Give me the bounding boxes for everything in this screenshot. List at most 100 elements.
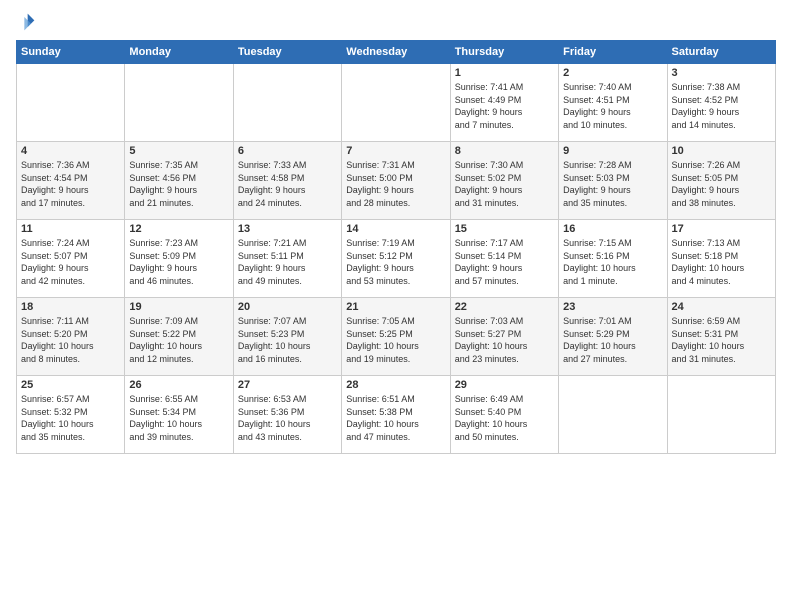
weekday-header: Wednesday <box>342 41 450 64</box>
day-info: Sunrise: 7:21 AM Sunset: 5:11 PM Dayligh… <box>238 237 337 287</box>
calendar-cell: 17 Sunrise: 7:13 AM Sunset: 5:18 PM Dayli… <box>667 220 775 298</box>
calendar-cell: 1 Sunrise: 7:41 AM Sunset: 4:49 PM Daylig… <box>450 64 558 142</box>
day-number: 16 <box>563 223 662 235</box>
day-info: Sunrise: 7:38 AM Sunset: 4:52 PM Dayligh… <box>672 81 771 131</box>
calendar-cell: 14 Sunrise: 7:19 AM Sunset: 5:12 PM Dayli… <box>342 220 450 298</box>
calendar-cell: 23 Sunrise: 7:01 AM Sunset: 5:29 PM Dayli… <box>559 298 667 376</box>
calendar-cell: 9 Sunrise: 7:28 AM Sunset: 5:03 PM Daylig… <box>559 142 667 220</box>
day-info: Sunrise: 7:28 AM Sunset: 5:03 PM Dayligh… <box>563 159 662 209</box>
day-info: Sunrise: 6:49 AM Sunset: 5:40 PM Dayligh… <box>455 393 554 443</box>
day-number: 4 <box>21 145 120 157</box>
logo <box>16 12 40 32</box>
day-number: 8 <box>455 145 554 157</box>
day-number: 23 <box>563 301 662 313</box>
day-info: Sunrise: 7:33 AM Sunset: 4:58 PM Dayligh… <box>238 159 337 209</box>
day-info: Sunrise: 7:17 AM Sunset: 5:14 PM Dayligh… <box>455 237 554 287</box>
day-info: Sunrise: 7:19 AM Sunset: 5:12 PM Dayligh… <box>346 237 445 287</box>
day-number: 9 <box>563 145 662 157</box>
calendar-cell: 26Sunrise: 6:55 AM Sunset: 5:34 PM Dayli… <box>125 376 233 454</box>
day-number: 1 <box>455 67 554 79</box>
calendar-cell: 29Sunrise: 6:49 AM Sunset: 5:40 PM Dayli… <box>450 376 558 454</box>
header-row: SundayMondayTuesdayWednesdayThursdayFrid… <box>17 41 776 64</box>
calendar-cell: 10 Sunrise: 7:26 AM Sunset: 5:05 PM Dayli… <box>667 142 775 220</box>
weekday-header: Friday <box>559 41 667 64</box>
calendar-week-row: 25Sunrise: 6:57 AM Sunset: 5:32 PM Dayli… <box>17 376 776 454</box>
weekday-header: Sunday <box>17 41 125 64</box>
calendar-table: SundayMondayTuesdayWednesdayThursdayFrid… <box>16 40 776 454</box>
weekday-header: Saturday <box>667 41 775 64</box>
calendar-week-row: 18 Sunrise: 7:11 AM Sunset: 5:20 PM Dayli… <box>17 298 776 376</box>
calendar-cell <box>17 64 125 142</box>
day-number: 12 <box>129 223 228 235</box>
day-info: Sunrise: 6:51 AM Sunset: 5:38 PM Dayligh… <box>346 393 445 443</box>
weekday-header: Monday <box>125 41 233 64</box>
calendar-cell: 3 Sunrise: 7:38 AM Sunset: 4:52 PM Daylig… <box>667 64 775 142</box>
day-number: 6 <box>238 145 337 157</box>
day-info: Sunrise: 7:41 AM Sunset: 4:49 PM Dayligh… <box>455 81 554 131</box>
calendar-cell: 7Sunrise: 7:31 AM Sunset: 5:00 PM Daylig… <box>342 142 450 220</box>
day-info: Sunrise: 7:36 AM Sunset: 4:54 PM Dayligh… <box>21 159 120 209</box>
day-number: 19 <box>129 301 228 313</box>
day-info: Sunrise: 7:15 AM Sunset: 5:16 PM Dayligh… <box>563 237 662 287</box>
day-info: Sunrise: 7:13 AM Sunset: 5:18 PM Dayligh… <box>672 237 771 287</box>
day-number: 13 <box>238 223 337 235</box>
calendar-body: 1 Sunrise: 7:41 AM Sunset: 4:49 PM Daylig… <box>17 64 776 454</box>
calendar-cell: 8 Sunrise: 7:30 AM Sunset: 5:02 PM Daylig… <box>450 142 558 220</box>
calendar-cell: 12 Sunrise: 7:23 AM Sunset: 5:09 PM Dayli… <box>125 220 233 298</box>
day-info: Sunrise: 7:11 AM Sunset: 5:20 PM Dayligh… <box>21 315 120 365</box>
calendar-page: SundayMondayTuesdayWednesdayThursdayFrid… <box>0 0 792 612</box>
header <box>16 12 776 32</box>
day-info: Sunrise: 7:40 AM Sunset: 4:51 PM Dayligh… <box>563 81 662 131</box>
day-info: Sunrise: 7:23 AM Sunset: 5:09 PM Dayligh… <box>129 237 228 287</box>
calendar-cell: 24 Sunrise: 6:59 AM Sunset: 5:31 PM Dayli… <box>667 298 775 376</box>
calendar-cell: 16 Sunrise: 7:15 AM Sunset: 5:16 PM Dayli… <box>559 220 667 298</box>
day-info: Sunrise: 6:57 AM Sunset: 5:32 PM Dayligh… <box>21 393 120 443</box>
day-info: Sunrise: 7:26 AM Sunset: 5:05 PM Dayligh… <box>672 159 771 209</box>
day-number: 24 <box>672 301 771 313</box>
calendar-header: SundayMondayTuesdayWednesdayThursdayFrid… <box>17 41 776 64</box>
calendar-cell: 27Sunrise: 6:53 AM Sunset: 5:36 PM Dayli… <box>233 376 341 454</box>
calendar-cell: 28Sunrise: 6:51 AM Sunset: 5:38 PM Dayli… <box>342 376 450 454</box>
calendar-week-row: 1 Sunrise: 7:41 AM Sunset: 4:49 PM Daylig… <box>17 64 776 142</box>
day-info: Sunrise: 7:30 AM Sunset: 5:02 PM Dayligh… <box>455 159 554 209</box>
calendar-cell: 21 Sunrise: 7:05 AM Sunset: 5:25 PM Dayli… <box>342 298 450 376</box>
day-number: 21 <box>346 301 445 313</box>
weekday-header: Tuesday <box>233 41 341 64</box>
calendar-cell: 11 Sunrise: 7:24 AM Sunset: 5:07 PM Dayli… <box>17 220 125 298</box>
day-number: 27 <box>238 379 337 391</box>
day-number: 2 <box>563 67 662 79</box>
calendar-cell: 20 Sunrise: 7:07 AM Sunset: 5:23 PM Dayli… <box>233 298 341 376</box>
day-number: 3 <box>672 67 771 79</box>
calendar-cell <box>125 64 233 142</box>
day-info: Sunrise: 6:55 AM Sunset: 5:34 PM Dayligh… <box>129 393 228 443</box>
calendar-cell: 25Sunrise: 6:57 AM Sunset: 5:32 PM Dayli… <box>17 376 125 454</box>
calendar-cell: 5 Sunrise: 7:35 AM Sunset: 4:56 PM Daylig… <box>125 142 233 220</box>
day-number: 20 <box>238 301 337 313</box>
weekday-header: Thursday <box>450 41 558 64</box>
day-info: Sunrise: 7:05 AM Sunset: 5:25 PM Dayligh… <box>346 315 445 365</box>
calendar-cell: 15 Sunrise: 7:17 AM Sunset: 5:14 PM Dayli… <box>450 220 558 298</box>
day-info: Sunrise: 7:01 AM Sunset: 5:29 PM Dayligh… <box>563 315 662 365</box>
day-number: 11 <box>21 223 120 235</box>
day-info: Sunrise: 7:09 AM Sunset: 5:22 PM Dayligh… <box>129 315 228 365</box>
day-info: Sunrise: 6:59 AM Sunset: 5:31 PM Dayligh… <box>672 315 771 365</box>
day-number: 15 <box>455 223 554 235</box>
day-number: 14 <box>346 223 445 235</box>
day-info: Sunrise: 7:35 AM Sunset: 4:56 PM Dayligh… <box>129 159 228 209</box>
day-number: 18 <box>21 301 120 313</box>
calendar-cell: 4 Sunrise: 7:36 AM Sunset: 4:54 PM Daylig… <box>17 142 125 220</box>
day-number: 17 <box>672 223 771 235</box>
calendar-cell: 6 Sunrise: 7:33 AM Sunset: 4:58 PM Daylig… <box>233 142 341 220</box>
calendar-cell: 22Sunrise: 7:03 AM Sunset: 5:27 PM Dayli… <box>450 298 558 376</box>
day-info: Sunrise: 7:07 AM Sunset: 5:23 PM Dayligh… <box>238 315 337 365</box>
logo-icon <box>16 12 36 32</box>
calendar-week-row: 4 Sunrise: 7:36 AM Sunset: 4:54 PM Daylig… <box>17 142 776 220</box>
day-info: Sunrise: 7:24 AM Sunset: 5:07 PM Dayligh… <box>21 237 120 287</box>
calendar-cell <box>233 64 341 142</box>
calendar-cell: 2 Sunrise: 7:40 AM Sunset: 4:51 PM Daylig… <box>559 64 667 142</box>
day-number: 10 <box>672 145 771 157</box>
day-number: 5 <box>129 145 228 157</box>
day-number: 7 <box>346 145 445 157</box>
calendar-cell <box>667 376 775 454</box>
calendar-week-row: 11 Sunrise: 7:24 AM Sunset: 5:07 PM Dayli… <box>17 220 776 298</box>
